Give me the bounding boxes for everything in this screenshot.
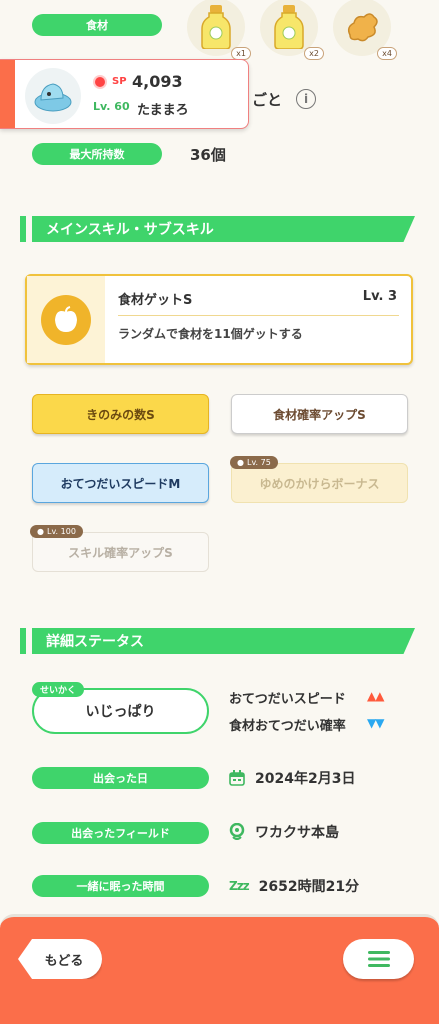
- sp-icon: [93, 75, 107, 89]
- met-date-label: 出会った日: [32, 767, 209, 789]
- hidden-row-text: ごと: [252, 91, 283, 109]
- lock-tag-lv100: ● Lv. 100: [30, 525, 83, 538]
- ingredient-count: x4: [377, 47, 397, 60]
- ingredient-item-2[interactable]: x2: [260, 0, 324, 60]
- sleep-zzz-icon: Zzz: [229, 879, 250, 893]
- hamburger-menu-icon: [367, 951, 390, 967]
- main-skill-description: ランダムで食材を11個ゲットする: [118, 327, 303, 341]
- back-button-label: もどる: [44, 953, 84, 969]
- menu-button[interactable]: [343, 939, 414, 979]
- lock-icon: ●: [237, 458, 244, 467]
- lock-level: Lv. 100: [46, 527, 76, 536]
- nature-up-label: おてつだいスピード: [229, 692, 346, 707]
- back-button[interactable]: もどる: [18, 939, 102, 979]
- skills-section-header: メインスキル・サブスキル: [20, 216, 415, 242]
- sp-value: 4,093: [132, 72, 183, 91]
- met-date-value: 2024年2月3日: [255, 771, 356, 787]
- sleep-time-row: Zzz 2652時間21分: [229, 876, 359, 896]
- popup-accent-bar: [0, 60, 15, 128]
- profile-popup[interactable]: SP 4,093 Lv. 60 たままろ: [0, 59, 249, 129]
- lock-icon: ●: [37, 527, 44, 536]
- max-carry-value: 36個: [190, 146, 226, 164]
- nature-down-label: 食材おてつだい確率: [229, 719, 346, 734]
- main-skill-card[interactable]: 食材ゲットS Lv. 3 ランダムで食材を11個ゲットする: [25, 274, 413, 365]
- met-field-row: ワカクサ本島: [229, 822, 339, 842]
- sub-skill-berry-count[interactable]: きのみの数S: [32, 394, 209, 434]
- sub-skill-help-speed[interactable]: おてつだいスピードM: [32, 463, 209, 503]
- sleep-time-value: 2652時間21分: [258, 879, 360, 895]
- details-section-title: 詳細ステータス: [32, 628, 415, 654]
- oil-bottle-icon: [274, 5, 304, 49]
- info-icon[interactable]: i: [296, 89, 316, 109]
- location-icon: [229, 823, 245, 840]
- pokemon-level: Lv. 60: [93, 100, 130, 113]
- nature-value: いじっぱり: [85, 704, 156, 720]
- ginger-icon: [347, 13, 378, 42]
- pokemon-avatar-icon: [34, 83, 72, 112]
- sleep-time-label: 一緒に眠った時間: [32, 875, 209, 897]
- ingredient-item-1[interactable]: x1: [187, 0, 251, 60]
- ingredient-skill-icon: [41, 294, 91, 345]
- ingredient-count: x2: [304, 47, 324, 60]
- section-accent: [20, 216, 26, 242]
- sub-skill-ingredient-rate[interactable]: 食材確率アップS: [231, 394, 408, 434]
- avatar: [25, 68, 81, 124]
- footer-bar: もどる: [0, 914, 439, 1024]
- met-field-value: ワカクサ本島: [255, 825, 339, 841]
- details-section-header: 詳細ステータス: [20, 628, 415, 654]
- sp-label: SP: [112, 76, 127, 87]
- pokemon-name: たままろ: [137, 103, 189, 118]
- ingredient-item-3[interactable]: x4: [333, 0, 397, 60]
- sub-skill-skill-rate[interactable]: スキル確率アップS: [32, 532, 209, 572]
- max-carry-label: 最大所持数: [32, 143, 162, 165]
- lock-level: Lv. 75: [246, 458, 271, 467]
- main-skill-level: Lv. 3: [362, 289, 397, 304]
- divider: [118, 315, 399, 316]
- met-field-label: 出会ったフィールド: [32, 822, 209, 844]
- sub-skill-dream-shard[interactable]: ゆめのかけらボーナス: [231, 463, 408, 503]
- section-accent: [20, 628, 26, 654]
- nature-tag: せいかく: [32, 682, 85, 697]
- nature-down-icon: ▼▼: [367, 716, 384, 730]
- skill-icon-panel: [27, 276, 105, 363]
- oil-bottle-icon: [201, 5, 231, 49]
- skills-section-title: メインスキル・サブスキル: [32, 216, 415, 242]
- nature-up-icon: ▲▲: [367, 689, 384, 703]
- lock-tag-lv75: ● Lv. 75: [230, 456, 278, 469]
- main-skill-name: 食材ゲットS: [118, 293, 193, 308]
- ingredients-label: 食材: [32, 14, 162, 36]
- met-date-row: 2024年2月3日: [229, 768, 355, 788]
- calendar-icon: [229, 770, 245, 786]
